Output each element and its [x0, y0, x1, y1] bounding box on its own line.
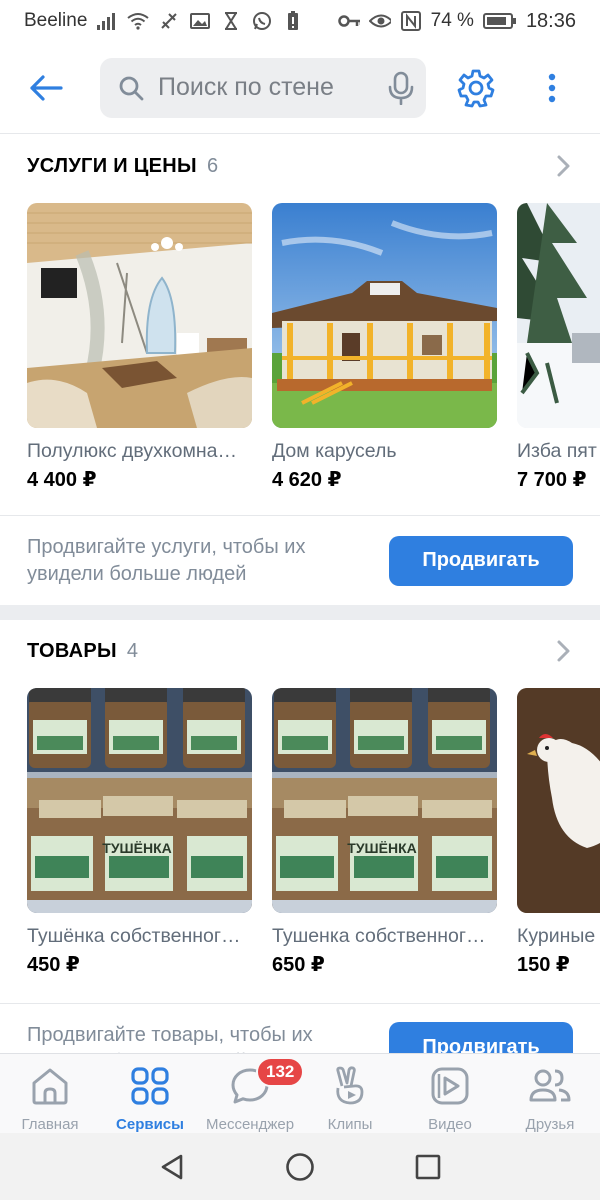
gallery-icon [189, 11, 211, 31]
battery-alert-icon [282, 11, 304, 31]
item-name: Тушенка собственног… [272, 925, 486, 947]
carrier-name: Beeline [24, 10, 88, 31]
product-card[interactable]: ТУШЁНКА Тушёнка собственног… 450 ₽ [27, 688, 252, 977]
goods-section: ТОВАРЫ 4 ТУШЁНКА Тушёнка собственног… 45… [0, 620, 600, 1073]
goods-carousel[interactable]: ТУШЁНКА Тушёнка собственног… 450 ₽ ТУШЁН… [27, 688, 600, 978]
tab-label: Друзья [525, 1116, 575, 1133]
triangle-back-icon [161, 1154, 183, 1179]
section-count: 6 [206, 154, 219, 177]
tab-services[interactable]: Сервисы [100, 1054, 200, 1133]
home-icon [28, 1064, 72, 1108]
back-button[interactable] [16, 58, 76, 118]
microphone-icon[interactable] [388, 71, 414, 105]
battery-percent: 74 % [430, 10, 474, 31]
hourglass-icon [220, 11, 242, 31]
section-title: УСЛУГИ И ЦЕНЫ [27, 154, 197, 177]
more-vertical-icon [548, 73, 556, 102]
search-icon [119, 76, 144, 100]
battery-icon [482, 11, 517, 31]
tab-messenger[interactable]: 132 Мессенджер [200, 1054, 305, 1133]
product-card[interactable]: ТУШЁНКА Тушенка собственног… 650 ₽ [272, 688, 497, 977]
key-icon [337, 11, 360, 31]
tab-clips[interactable]: Клипы [300, 1054, 400, 1133]
whatsapp-icon [251, 11, 273, 31]
bottom-tab-bar: Главная Сервисы 132 Мессенджер Клипы Вид… [0, 1053, 600, 1133]
nav-recents-button[interactable] [364, 1133, 492, 1200]
chicken-photo [517, 688, 600, 913]
square-recents-icon [415, 1154, 441, 1179]
promote-services-button[interactable]: Продвигать [389, 535, 573, 586]
wifi-icon [127, 11, 150, 31]
services-promo: Продвигайте услуги, чтобы их увидели бол… [0, 515, 600, 605]
canned-meat-photo: ТУШЁНКА [272, 688, 497, 913]
item-name: Дом карусель [272, 440, 397, 462]
item-price: 4 620 ₽ [272, 469, 342, 491]
section-count: 4 [126, 639, 139, 662]
nav-back-button[interactable] [108, 1133, 236, 1200]
search-input[interactable]: Поиск по стене [100, 57, 426, 118]
service-card[interactable]: Изба пят 7 700 ₽ [517, 203, 600, 492]
services-icon [128, 1064, 172, 1108]
unread-badge: 132 [256, 1057, 305, 1087]
item-name: Куриные [517, 925, 596, 947]
no-data-icon [158, 11, 180, 31]
clock: 18:36 [525, 9, 576, 32]
more-options-button[interactable] [532, 58, 572, 118]
services-carousel[interactable]: Полулюкс двухкомна… 4 400 ₽ Дом карусель… [27, 203, 600, 493]
search-placeholder: Поиск по стене [158, 73, 334, 101]
item-price: 7 700 ₽ [517, 469, 587, 491]
item-price: 450 ₽ [27, 954, 80, 976]
status-bar: Beeline 74 % 18:36 [0, 0, 600, 42]
item-name: Полулюкс двухкомна… [27, 440, 237, 462]
jar-label: ТУШЁНКА [102, 840, 171, 856]
item-name: Изба пят [517, 440, 597, 462]
chevron-right-icon [557, 155, 570, 177]
eye-icon [368, 11, 391, 31]
app-header: Поиск по стене [0, 42, 600, 134]
nav-home-button[interactable] [236, 1133, 364, 1200]
tab-label: Сервисы [116, 1116, 184, 1133]
service-card[interactable]: Дом карусель 4 620 ₽ [272, 203, 497, 492]
settings-button[interactable] [446, 58, 506, 118]
jar-label: ТУШЁНКА [347, 840, 416, 856]
tab-label: Клипы [327, 1116, 373, 1133]
nfc-icon [400, 11, 422, 31]
canned-meat-photo: ТУШЁНКА [27, 688, 252, 913]
tab-label: Видео [428, 1116, 472, 1133]
item-price: 4 400 ₽ [27, 469, 97, 491]
winter-photo [517, 203, 600, 428]
item-price: 150 ₽ [517, 954, 570, 976]
goods-header[interactable]: ТОВАРЫ 4 [27, 620, 575, 682]
item-name: Тушёнка собственног… [27, 925, 241, 947]
signal-icon [96, 11, 118, 31]
room-photo [27, 203, 252, 428]
item-price: 650 ₽ [272, 954, 325, 976]
tab-home[interactable]: Главная [0, 1054, 100, 1133]
section-divider [0, 605, 600, 620]
promo-text: Продвигайте услуги, чтобы их увидели бол… [27, 535, 306, 585]
tab-label: Мессенджер [205, 1116, 295, 1133]
chevron-right-icon [557, 640, 570, 662]
video-icon [428, 1064, 472, 1108]
house-photo [272, 203, 497, 428]
tab-video[interactable]: Видео [400, 1054, 500, 1133]
system-navigation-bar [0, 1133, 600, 1200]
tab-friends[interactable]: Друзья [500, 1054, 600, 1133]
arrow-left-icon [30, 74, 63, 101]
friends-icon [528, 1064, 572, 1108]
service-card[interactable]: Полулюкс двухкомна… 4 400 ₽ [27, 203, 252, 492]
gear-icon [457, 69, 495, 107]
clips-icon [328, 1064, 372, 1108]
circle-home-icon [286, 1152, 314, 1181]
tab-label: Главная [21, 1116, 79, 1133]
services-header[interactable]: УСЛУГИ И ЦЕНЫ 6 [27, 135, 575, 197]
services-section: УСЛУГИ И ЦЕНЫ 6 Полулюкс двухкомна… 4 40… [0, 135, 600, 605]
section-title: ТОВАРЫ [27, 639, 117, 662]
product-card[interactable]: Куриные 150 ₽ [517, 688, 600, 977]
